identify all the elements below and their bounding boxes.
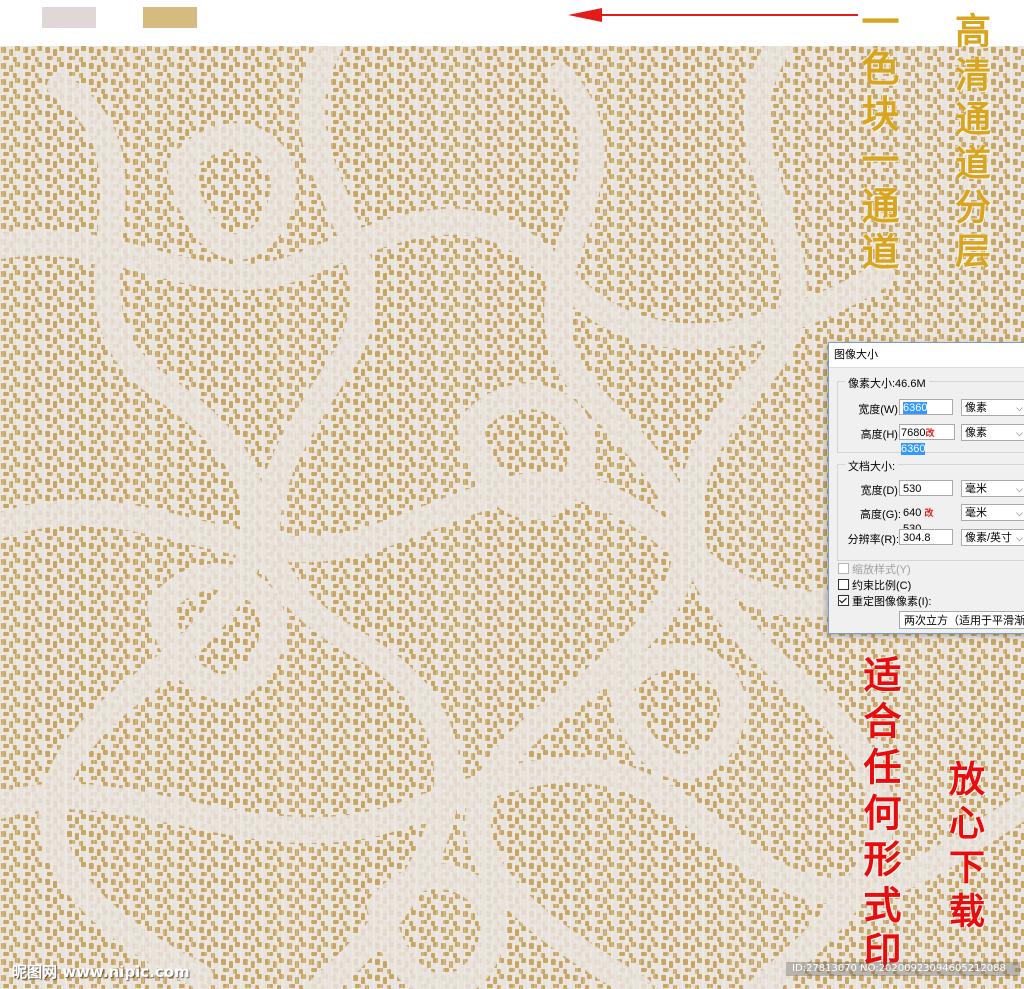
chevron-down-icon: ⌵	[1016, 484, 1023, 494]
scale-styles-checkbox: 缩放样式(Y)	[838, 561, 911, 577]
arrow-line	[600, 14, 858, 16]
callout-hd-channel-layers: 高清通道分层	[949, 12, 991, 276]
checkbox-icon	[838, 563, 849, 574]
chevron-down-icon: ⌵	[1016, 508, 1023, 518]
doc-height-old-value: 640	[903, 507, 922, 519]
checkbox-icon	[838, 579, 849, 590]
site-watermark: 昵图网 www.nipic.com	[12, 963, 190, 981]
doc-width-label: 宽度(D):	[860, 485, 901, 497]
color-swatch-light	[42, 7, 96, 28]
pixel-height-input[interactable]: 7680改 6360	[899, 424, 955, 455]
width-label: 宽度(W):	[858, 404, 901, 416]
doc-width-unit-select[interactable]: 毫米 ⌵	[961, 480, 1024, 497]
resolution-input[interactable]: 304.8	[899, 529, 953, 545]
pixel-width-value: 6360	[903, 402, 928, 414]
resample-checkbox[interactable]: 重定图像像素(I):	[838, 593, 931, 609]
callout-any-print-form: 适合任何形式印	[857, 655, 902, 977]
callout-download-worry-free: 放心下载	[943, 760, 985, 936]
doc-width-unit: 毫米	[965, 483, 987, 495]
doc-height-label: 高度(G):	[860, 509, 901, 521]
pixel-height-new-value: 6360	[901, 443, 926, 455]
resample-label: 重定图像像素(I):	[852, 596, 932, 608]
image-size-dialog: 图像大小 像素大小:46.6M 宽度(W): 6360 像素 ⌵ 高度(H): 7…	[828, 342, 1024, 634]
doc-height-change-mark: 改	[924, 508, 934, 518]
scale-styles-label: 缩放样式(Y)	[852, 564, 911, 576]
pixel-dimensions-group	[837, 381, 1024, 453]
pixel-height-change-mark: 改	[925, 428, 935, 438]
chevron-down-icon: ⌵	[1016, 428, 1023, 438]
pixel-height-unit: 像素	[965, 427, 987, 439]
height-label: 高度(H):	[860, 429, 901, 441]
pixel-width-unit: 像素	[965, 402, 987, 414]
doc-height-unit-select[interactable]: 毫米 ⌵	[961, 504, 1024, 521]
pixel-width-unit-select[interactable]: 像素 ⌵	[961, 399, 1024, 416]
color-swatch-gold	[143, 7, 197, 28]
callout-one-swatch-one-channel: 一色块一通道	[855, 2, 900, 278]
checkbox-checked-icon	[838, 595, 849, 606]
doc-width-input[interactable]: 530	[899, 480, 953, 496]
doc-height-unit: 毫米	[965, 507, 987, 519]
resolution-unit: 像素/英寸	[965, 532, 1013, 544]
resolution-label: 分辨率(R):	[847, 534, 899, 546]
id-watermark: ID:27813070 NO:20200923094605212088	[786, 962, 1020, 976]
resample-method-select[interactable]: 两次立方（适用于平滑渐变）	[899, 611, 1024, 629]
dialog-title[interactable]: 图像大小	[829, 343, 1024, 368]
constrain-label: 约束比例(C)	[852, 580, 912, 592]
pixel-height-unit-select[interactable]: 像素 ⌵	[961, 424, 1024, 441]
chevron-down-icon: ⌵	[1016, 533, 1023, 543]
pixel-width-input[interactable]: 6360	[899, 399, 953, 415]
arrow-left-icon	[568, 8, 602, 22]
pixel-size-label: 像素大小:46.6M	[845, 375, 929, 391]
resolution-unit-select[interactable]: 像素/英寸 ⌵	[961, 529, 1024, 546]
pixel-height-old-value: 7680	[901, 427, 926, 439]
doc-size-label: 文档大小:	[845, 458, 899, 474]
doc-height-input[interactable]: 640 改 530	[899, 504, 955, 535]
constrain-proportions-checkbox[interactable]: 约束比例(C)	[838, 577, 911, 593]
chevron-down-icon: ⌵	[1016, 403, 1023, 413]
